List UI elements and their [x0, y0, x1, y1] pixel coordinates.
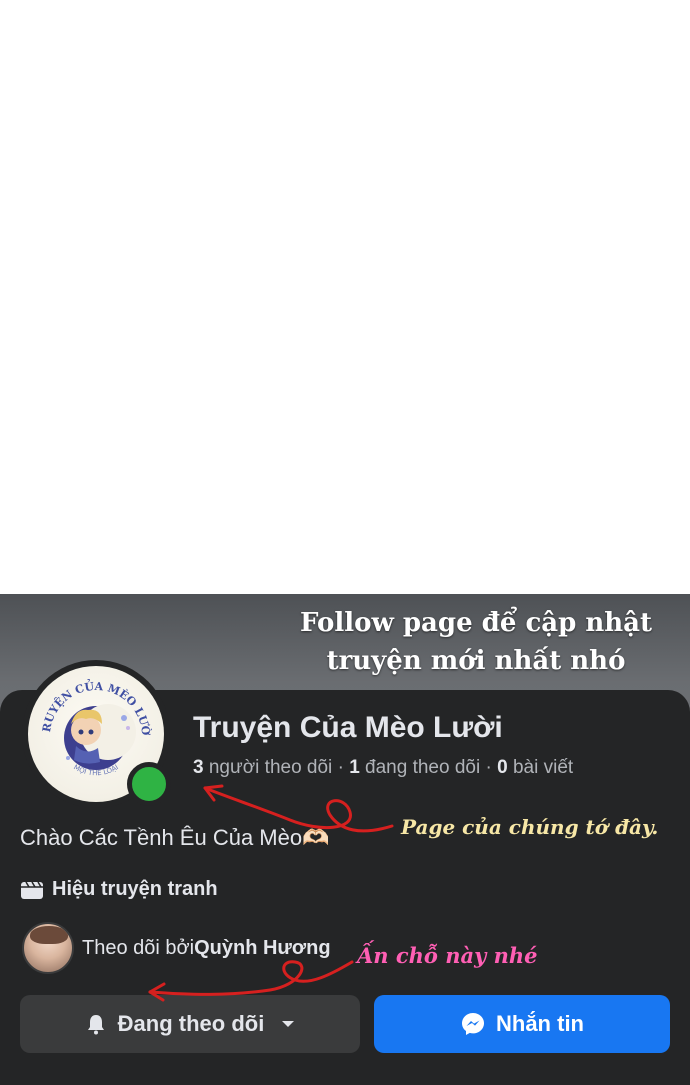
stats-separator: ·	[480, 757, 498, 778]
following-button-label: Đang theo dõi	[117, 1011, 265, 1036]
followed-by[interactable]: Theo dõi bởi Quỳnh Hương	[22, 922, 331, 974]
page-stats: 3 người theo dõi · 1 đang theo dõi · 0 b…	[193, 757, 573, 779]
posts-count: 0	[497, 757, 508, 778]
posts-label: bài viết	[507, 757, 574, 778]
followed-by-label: Theo dõi bởi	[82, 936, 195, 959]
page-note: Page của chúng tớ đây.	[401, 815, 659, 839]
follower-name[interactable]: Quỳnh Hương	[194, 937, 330, 960]
following-button[interactable]: Đang theo dõi	[20, 995, 360, 1053]
online-status-dot	[127, 762, 171, 806]
stats-separator: ·	[332, 757, 350, 778]
follower-avatar[interactable]	[22, 922, 74, 974]
tap-here-note: Ấn chỗ này nhé	[357, 943, 538, 968]
headline-line-1: Follow page để cập nhật	[299, 608, 653, 638]
page-bio: Chào Các Tềnh Êu Của Mèo🫶🏻	[20, 825, 330, 850]
followers-label[interactable]: người theo dõi	[204, 757, 332, 778]
bell-icon	[87, 1015, 104, 1035]
message-button-label: Nhắn tin	[496, 1011, 584, 1036]
message-button[interactable]: Nhắn tin	[374, 995, 670, 1053]
messenger-icon	[462, 1013, 484, 1035]
headline-line-2: truyện mới nhất nhó	[326, 646, 626, 676]
headline: Follow page để cập nhật truyện mới nhất …	[296, 604, 656, 680]
clapperboard-icon	[20, 880, 44, 900]
page-name[interactable]: Truyện Của Mèo Lười	[193, 711, 503, 745]
following-count[interactable]: 1	[349, 757, 360, 778]
category-label: Hiệu truyện tranh	[52, 878, 218, 900]
page-category: Hiệu truyện tranh	[20, 878, 218, 901]
blank-area	[0, 0, 690, 594]
caret-down-icon	[282, 1021, 295, 1027]
following-label[interactable]: đang theo dõi	[360, 757, 480, 778]
followers-count[interactable]: 3	[193, 757, 204, 778]
